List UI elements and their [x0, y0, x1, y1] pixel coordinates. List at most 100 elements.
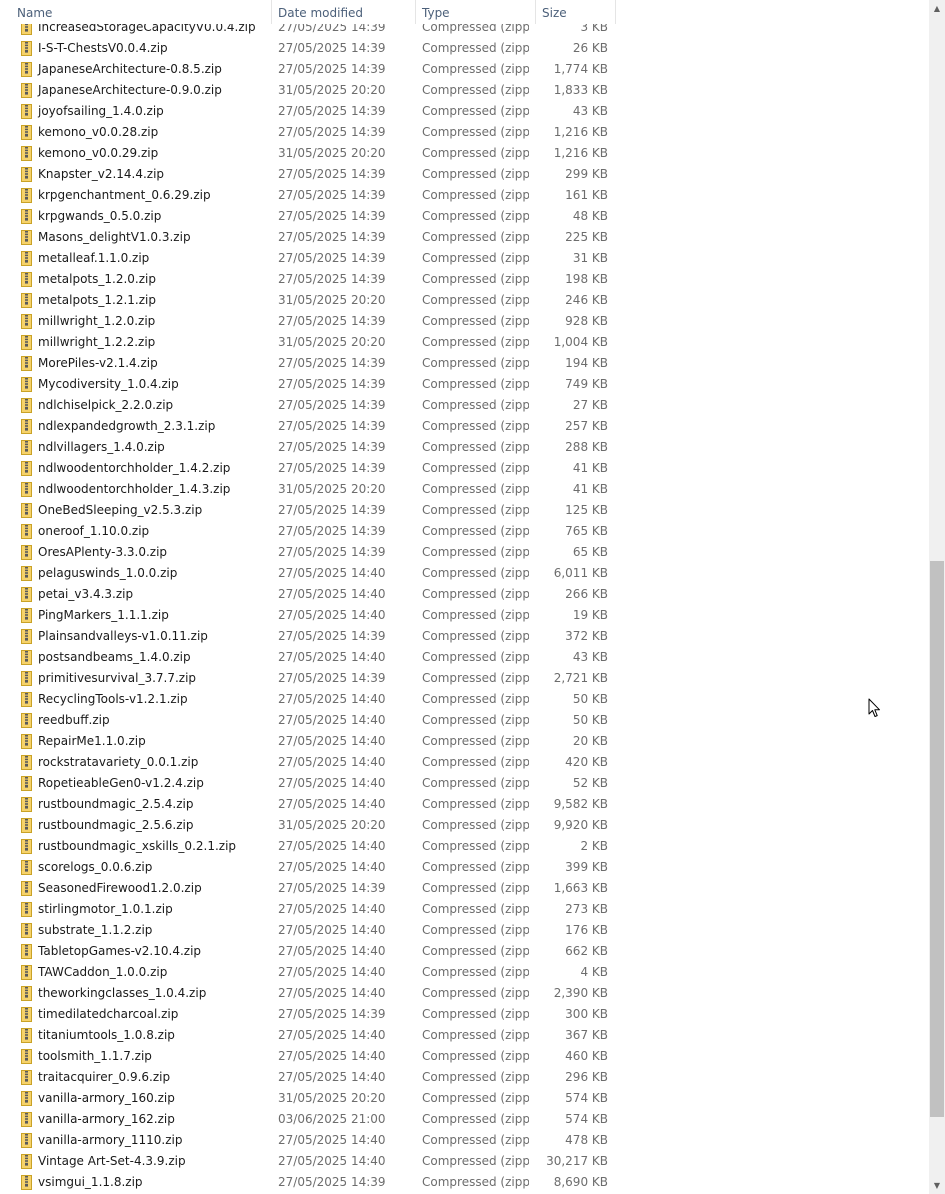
file-type: Compressed (zipp... [422, 881, 529, 895]
file-row[interactable]: reedbuff.zip 27/05/2025 14:40 Compressed (… [0, 710, 929, 731]
file-row[interactable]: ndlchiselpick_2.2.0.zip 27/05/2025 14:39 C… [0, 395, 929, 416]
file-row[interactable]: primitivesurvival_3.7.7.zip 27/05/2025 14… [0, 668, 929, 689]
column-header-name[interactable]: Name ⌃ [10, 0, 272, 24]
vertical-scrollbar[interactable]: ▲ ▼ [929, 0, 945, 1194]
file-type: Compressed (zipp... [422, 734, 529, 748]
file-name: timedilatedcharcoal.zip [38, 1007, 179, 1021]
zip-folder-icon [21, 125, 32, 140]
file-size: 1,663 KB [553, 881, 608, 895]
file-name: krpgwands_0.5.0.zip [38, 209, 162, 223]
file-name: vanilla-armory_162.zip [38, 1112, 175, 1126]
file-row[interactable]: RecyclingTools-v1.2.1.zip 27/05/2025 14:4… [0, 689, 929, 710]
file-name: TabletopGames-v2.10.4.zip [38, 944, 202, 958]
file-type: Compressed (zipp... [422, 923, 529, 937]
column-header-size[interactable]: Size [535, 0, 616, 24]
file-row[interactable]: TAWCaddon_1.0.0.zip 27/05/2025 14:40 Compr… [0, 962, 929, 983]
file-row[interactable]: oneroof_1.10.0.zip 27/05/2025 14:39 Compre… [0, 521, 929, 542]
zip-folder-icon [21, 1049, 32, 1064]
column-header-type[interactable]: Type [415, 0, 536, 24]
file-row[interactable]: rockstratavariety_0.0.1.zip 27/05/2025 14… [0, 752, 929, 773]
file-row[interactable]: postsandbeams_1.4.0.zip 27/05/2025 14:40 C… [0, 647, 929, 668]
file-row[interactable]: I-S-T-ChestsV0.0.4.zip 27/05/2025 14:39 Co… [0, 38, 929, 59]
file-row[interactable]: Plainsandvalleys-v1.0.11.zip 27/05/2025 1… [0, 626, 929, 647]
file-row[interactable]: ndlwoodentorchholder_1.4.3.zip 31/05/2025… [0, 479, 929, 500]
file-row[interactable]: vanilla-armory_1110.zip 27/05/2025 14:40 C… [0, 1130, 929, 1151]
file-row[interactable]: traitacquirer_0.9.6.zip 27/05/2025 14:40 C… [0, 1067, 929, 1088]
file-row[interactable]: RepairMe1.1.0.zip 27/05/2025 14:40 Compres… [0, 731, 929, 752]
file-row[interactable]: vanilla-armory_162.zip 03/06/2025 21:00 Co… [0, 1109, 929, 1130]
column-header-date[interactable]: Date modified [271, 0, 416, 24]
file-row[interactable]: OneBedSleeping_v2.5.3.zip 27/05/2025 14:3… [0, 500, 929, 521]
file-row[interactable]: PingMarkers_1.1.1.zip 27/05/2025 14:40 Com… [0, 605, 929, 626]
file-date-modified: 27/05/2025 14:40 [278, 734, 386, 748]
file-row[interactable]: Masons_delightV1.0.3.zip 27/05/2025 14:39… [0, 227, 929, 248]
file-row[interactable]: toolsmith_1.1.7.zip 27/05/2025 14:40 Compr… [0, 1046, 929, 1067]
file-row[interactable]: kemono_v0.0.28.zip 27/05/2025 14:39 Compre… [0, 122, 929, 143]
file-row[interactable]: scorelogs_0.0.6.zip 27/05/2025 14:40 Compr… [0, 857, 929, 878]
file-row[interactable]: titaniumtools_1.0.8.zip 27/05/2025 14:40 C… [0, 1025, 929, 1046]
file-name: millwright_1.2.2.zip [38, 335, 156, 349]
zip-folder-icon [21, 356, 32, 371]
file-row[interactable]: Vintage Art-Set-4.3.9.zip 27/05/2025 14:4… [0, 1151, 929, 1172]
scrollbar-thumb[interactable] [930, 561, 944, 1117]
file-name: OneBedSleeping_v2.5.3.zip [38, 503, 203, 517]
file-row[interactable]: substrate_1.1.2.zip 27/05/2025 14:40 Compr… [0, 920, 929, 941]
file-date-modified: 27/05/2025 14:40 [278, 1070, 386, 1084]
file-row[interactable]: RopetieableGen0-v1.2.4.zip 27/05/2025 14:… [0, 773, 929, 794]
file-row[interactable]: petai_v3.4.3.zip 27/05/2025 14:40 Compress… [0, 584, 929, 605]
file-type: Compressed (zipp... [422, 944, 529, 958]
file-date-modified: 31/05/2025 20:20 [278, 335, 386, 349]
file-date-modified: 27/05/2025 14:39 [278, 251, 386, 265]
column-header-size-label: Size [542, 6, 567, 20]
file-row[interactable]: millwright_1.2.2.zip 31/05/2025 20:20 Comp… [0, 332, 929, 353]
zip-folder-icon [21, 986, 32, 1001]
file-row[interactable]: MorePiles-v2.1.4.zip 27/05/2025 14:39 Comp… [0, 353, 929, 374]
file-row[interactable]: joyofsailing_1.4.0.zip 27/05/2025 14:39 Co… [0, 101, 929, 122]
file-row[interactable]: Knapster_v2.14.4.zip 27/05/2025 14:39 Comp… [0, 164, 929, 185]
file-name: substrate_1.1.2.zip [38, 923, 153, 937]
file-name: PingMarkers_1.1.1.zip [38, 608, 169, 622]
file-row[interactable]: krpgenchantment_0.6.29.zip 27/05/2025 14:… [0, 185, 929, 206]
file-row[interactable]: stirlingmotor_1.0.1.zip 27/05/2025 14:40 C… [0, 899, 929, 920]
file-size: 1,216 KB [553, 125, 608, 139]
scroll-up-arrow-icon[interactable]: ▲ [929, 0, 945, 17]
file-row[interactable]: ndlwoodentorchholder_1.4.2.zip 27/05/2025… [0, 458, 929, 479]
zip-folder-icon [21, 734, 32, 749]
file-row[interactable]: kemono_v0.0.29.zip 31/05/2025 20:20 Compre… [0, 143, 929, 164]
file-row[interactable]: JapaneseArchitecture-0.8.5.zip 27/05/2025… [0, 59, 929, 80]
file-row[interactable]: vanilla-armory_160.zip 31/05/2025 20:20 Co… [0, 1088, 929, 1109]
file-row[interactable]: timedilatedcharcoal.zip 27/05/2025 14:39 C… [0, 1004, 929, 1025]
file-type: Compressed (zipp... [422, 230, 529, 244]
file-type: Compressed (zipp... [422, 83, 529, 97]
file-row[interactable]: OresAPlenty-3.3.0.zip 27/05/2025 14:39 Com… [0, 542, 929, 563]
file-row[interactable]: Mycodiversity_1.0.4.zip 27/05/2025 14:39 C… [0, 374, 929, 395]
file-row[interactable]: millwright_1.2.0.zip 27/05/2025 14:39 Comp… [0, 311, 929, 332]
file-row[interactable]: theworkingclasses_1.0.4.zip 27/05/2025 14… [0, 983, 929, 1004]
file-row[interactable]: rustboundmagic_xskills_0.2.1.zip 27/05/20… [0, 836, 929, 857]
file-row[interactable]: TabletopGames-v2.10.4.zip 27/05/2025 14:4… [0, 941, 929, 962]
file-name: Masons_delightV1.0.3.zip [38, 230, 191, 244]
file-row[interactable]: rustboundmagic_2.5.4.zip 27/05/2025 14:40… [0, 794, 929, 815]
file-type: Compressed (zipp... [422, 356, 529, 370]
file-size: 198 KB [565, 272, 608, 286]
file-row[interactable]: JapaneseArchitecture-0.9.0.zip 31/05/2025… [0, 80, 929, 101]
file-row[interactable]: pelaguswinds_1.0.0.zip 27/05/2025 14:40 Co… [0, 563, 929, 584]
file-row[interactable]: SeasonedFirewood1.2.0.zip 27/05/2025 14:3… [0, 878, 929, 899]
file-row[interactable]: krpgwands_0.5.0.zip 27/05/2025 14:39 Compr… [0, 206, 929, 227]
file-name: metalpots_1.2.1.zip [38, 293, 156, 307]
file-type: Compressed (zipp... [422, 755, 529, 769]
file-row[interactable]: rustboundmagic_2.5.6.zip 31/05/2025 20:20… [0, 815, 929, 836]
file-row[interactable]: metalpots_1.2.1.zip 31/05/2025 20:20 Compr… [0, 290, 929, 311]
file-row[interactable]: metalleaf.1.1.0.zip 27/05/2025 14:39 Compr… [0, 248, 929, 269]
file-type: Compressed (zipp... [422, 524, 529, 538]
scroll-down-arrow-icon[interactable]: ▼ [929, 1177, 945, 1194]
file-row[interactable]: ndlexpandedgrowth_2.3.1.zip 27/05/2025 14… [0, 416, 929, 437]
file-row[interactable]: metalpots_1.2.0.zip 27/05/2025 14:39 Compr… [0, 269, 929, 290]
file-size: 246 KB [565, 293, 608, 307]
file-size: 176 KB [565, 923, 608, 937]
file-row[interactable]: ndlvillagers_1.4.0.zip 27/05/2025 14:39 Co… [0, 437, 929, 458]
file-size: 1,833 KB [553, 83, 608, 97]
file-name: joyofsailing_1.4.0.zip [38, 104, 164, 118]
file-row[interactable]: vsimgui_1.1.8.zip 27/05/2025 14:39 Compres… [0, 1172, 929, 1193]
file-date-modified: 27/05/2025 14:39 [278, 629, 386, 643]
